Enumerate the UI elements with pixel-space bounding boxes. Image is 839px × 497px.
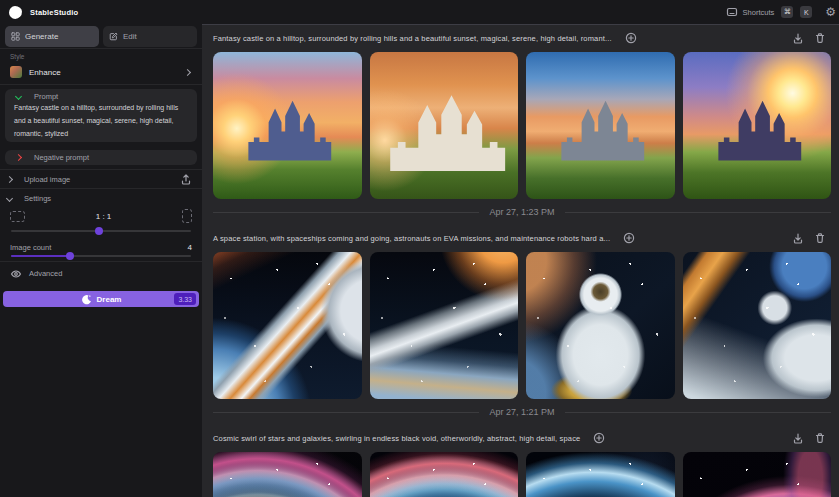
sidebar-divider — [0, 84, 202, 85]
tab-generate[interactable]: Generate — [5, 26, 99, 47]
prompt-label: Prompt — [34, 92, 58, 101]
tab-edit[interactable]: Edit — [103, 26, 197, 47]
mode-tabs: Generate Edit — [0, 24, 202, 48]
cmd-key-badge: ⌘ — [781, 6, 793, 18]
settings-label: Settings — [24, 194, 51, 203]
image-count-label: Image count — [10, 243, 51, 252]
circle-plus-icon[interactable] — [593, 432, 605, 444]
trash-icon[interactable] — [814, 232, 826, 244]
generation-prompt: A space station, with spaceships coming … — [213, 234, 610, 243]
castle-silhouette — [380, 74, 508, 171]
chevron-right-icon — [184, 68, 191, 75]
upload-image-section[interactable]: Upload image — [0, 170, 202, 188]
generated-image[interactable] — [526, 252, 675, 399]
download-icon[interactable] — [792, 432, 804, 444]
date-separator: Apr 27, 1:23 PM — [213, 199, 831, 225]
circle-plus-icon[interactable] — [625, 32, 637, 44]
sidebar: Generate Edit Style Enhance — [0, 24, 202, 497]
castle-silhouette — [554, 84, 646, 160]
image-grid — [213, 52, 831, 199]
generated-image[interactable] — [526, 452, 675, 497]
dream-label: Dream — [97, 295, 122, 304]
moon-icon — [81, 294, 92, 305]
upload-image-label: Upload image — [24, 175, 70, 184]
aspect-slider-thumb[interactable] — [95, 227, 103, 235]
stablestudio-logo — [9, 6, 22, 19]
generated-image[interactable] — [683, 452, 832, 497]
generation-prompt: Fantasy castle on a hilltop, surrounded … — [213, 34, 612, 43]
castle-silhouette — [241, 84, 333, 160]
chevron-down-icon — [15, 93, 22, 100]
top-bar: StableStudio Shortcuts ⌘ K ⚙ — [0, 0, 839, 24]
k-key-badge: K — [800, 6, 812, 18]
chevron-down-icon — [6, 194, 13, 201]
trash-icon[interactable] — [814, 32, 826, 44]
negative-prompt-label: Negative prompt — [34, 153, 89, 162]
generation-feed: Fantasy castle on a hilltop, surrounded … — [202, 24, 839, 497]
tab-generate-label: Generate — [25, 32, 58, 41]
download-icon[interactable] — [792, 32, 804, 44]
style-thumbnail-icon — [10, 66, 22, 78]
settings-section-header[interactable]: Settings — [0, 189, 202, 207]
eye-icon — [10, 268, 22, 280]
settings-body: 1 : 1 Image count 4 — [0, 207, 202, 261]
generation-timestamp: Apr 27, 1:21 PM — [489, 407, 554, 417]
download-icon[interactable] — [792, 232, 804, 244]
generated-image[interactable] — [370, 52, 519, 199]
generated-image[interactable] — [683, 52, 832, 199]
advanced-section[interactable]: Advanced — [0, 262, 202, 285]
style-value: Enhance — [29, 68, 61, 77]
negative-prompt-section[interactable]: Negative prompt — [5, 150, 197, 165]
app: StableStudio Shortcuts ⌘ K ⚙ Generate — [0, 0, 839, 497]
tab-edit-label: Edit — [123, 32, 137, 41]
generation-row-header: Fantasy castle on a hilltop, surrounded … — [213, 25, 831, 46]
edit-icon — [109, 32, 118, 41]
generation-timestamp: Apr 27, 1:23 PM — [489, 207, 554, 217]
chevron-right-icon — [6, 175, 13, 182]
castle-silhouette — [711, 84, 803, 160]
generated-image[interactable] — [213, 452, 362, 497]
style-section[interactable]: Style Enhance — [0, 49, 202, 84]
generated-image[interactable] — [370, 452, 519, 497]
landscape-ratio-icon[interactable] — [10, 211, 25, 222]
keyboard-icon — [726, 6, 738, 18]
aspect-ratio-slider[interactable] — [10, 227, 192, 235]
generation-row-header: Cosmic swirl of stars and galaxies, swir… — [213, 425, 831, 446]
image-grid — [213, 452, 831, 497]
generation-row-header: A space station, with spaceships coming … — [213, 225, 831, 246]
image-grid — [213, 252, 831, 399]
gear-icon: ⚙ — [825, 6, 836, 18]
shortcuts-button[interactable]: Shortcuts ⌘ K — [726, 6, 813, 18]
generated-image[interactable] — [683, 252, 832, 399]
generated-image[interactable] — [526, 52, 675, 199]
dream-button[interactable]: Dream 3.33 — [3, 291, 199, 307]
image-count-slider[interactable] — [10, 252, 192, 260]
chevron-right-icon — [15, 154, 22, 161]
circle-plus-icon[interactable] — [623, 232, 635, 244]
advanced-label: Advanced — [29, 269, 62, 278]
generate-icon — [11, 32, 20, 41]
app-title: StableStudio — [30, 8, 78, 17]
generated-image[interactable] — [213, 252, 362, 399]
generated-image[interactable] — [213, 52, 362, 199]
style-label: Style — [10, 53, 192, 61]
count-slider-thumb[interactable] — [66, 252, 74, 260]
prompt-input[interactable]: Fantasy castle on a hilltop, surrounded … — [14, 101, 188, 140]
generated-image[interactable] — [370, 252, 519, 399]
date-separator: Apr 27, 1:21 PM — [213, 399, 831, 425]
settings-gear-button[interactable]: ⚙ — [825, 6, 836, 18]
portrait-ratio-icon[interactable] — [182, 209, 192, 223]
shortcuts-label: Shortcuts — [743, 8, 775, 17]
upload-icon[interactable] — [180, 173, 192, 185]
prompt-section[interactable]: Prompt Fantasy castle on a hilltop, surr… — [5, 89, 197, 142]
trash-icon[interactable] — [814, 432, 826, 444]
image-count-value: 4 — [188, 243, 192, 252]
dream-price-badge: 3.33 — [174, 293, 196, 305]
generation-prompt: Cosmic swirl of stars and galaxies, swir… — [213, 434, 580, 443]
aspect-ratio-value: 1 : 1 — [25, 212, 182, 221]
